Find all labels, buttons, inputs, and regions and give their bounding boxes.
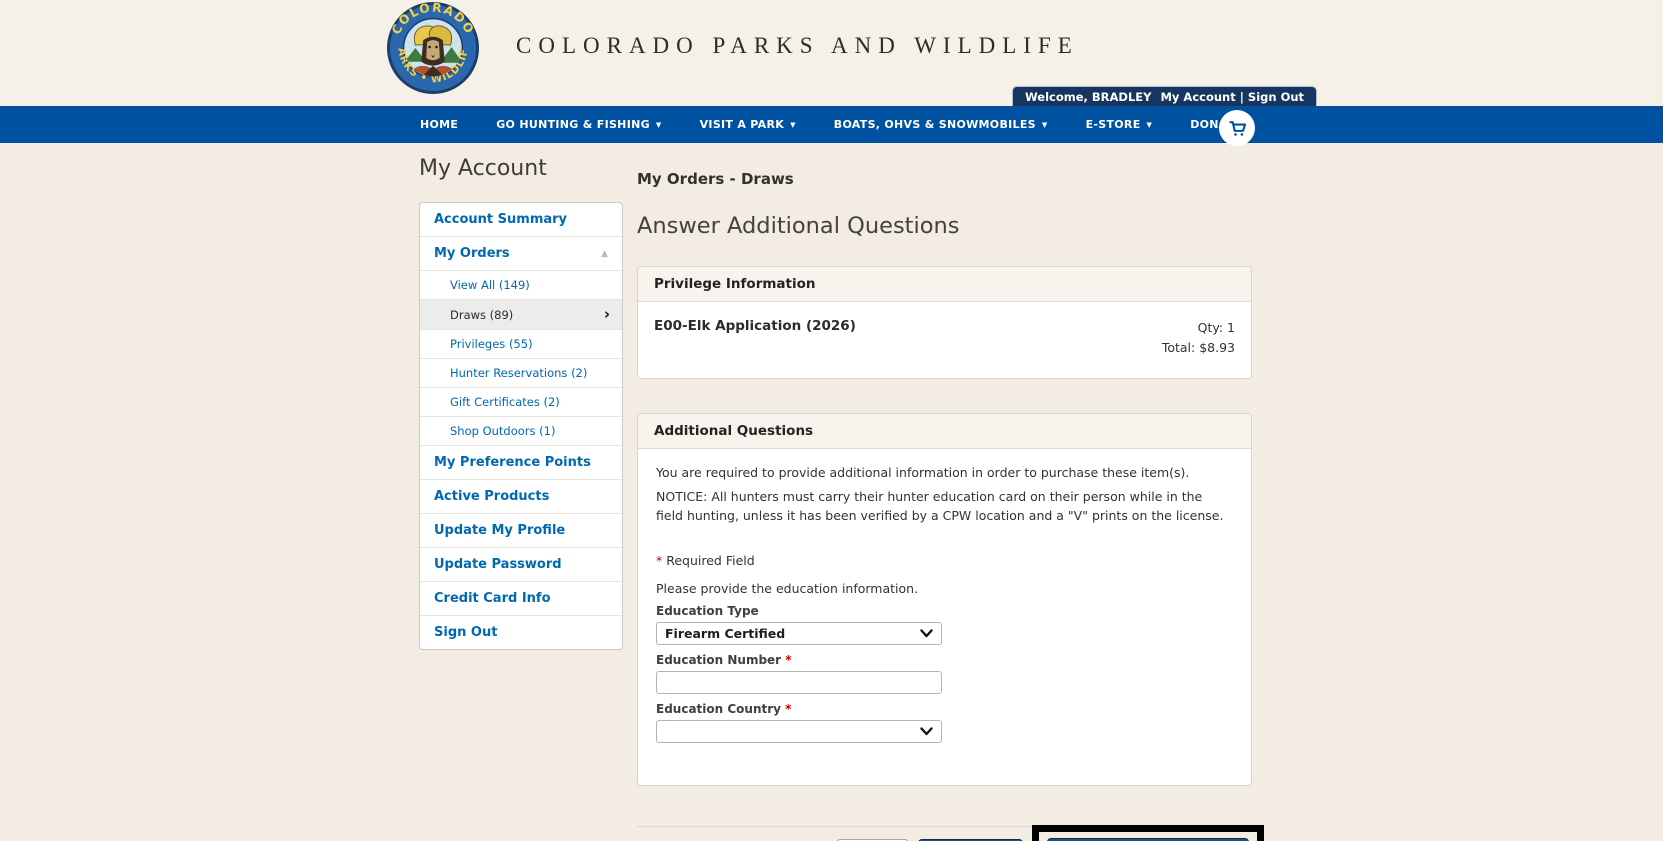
nav-home[interactable]: HOME <box>420 118 458 131</box>
required-asterisk: * <box>785 701 792 716</box>
chevron-right-icon: › <box>603 305 610 323</box>
nav-visit-a-park[interactable]: VISIT A PARK ▼ <box>700 118 796 131</box>
questions-notice-text: NOTICE: All hunters must carry their hun… <box>656 489 1224 524</box>
education-country-label: Education Country * <box>656 701 792 716</box>
sidebar-item-gift-certificates[interactable]: Gift Certificates (2) <box>420 387 622 416</box>
chevron-down-icon <box>920 629 933 637</box>
sidebar-item-account-summary[interactable]: Account Summary <box>420 203 622 236</box>
nav-e-store[interactable]: E-STORE ▼ <box>1086 118 1153 131</box>
privilege-qty: Qty: 1 <box>1197 320 1235 335</box>
breadcrumb: My Orders - Draws <box>637 170 794 188</box>
chevron-down-icon <box>920 727 933 735</box>
sidebar-item-sign-out[interactable]: Sign Out <box>420 615 622 649</box>
sidebar-item-update-profile[interactable]: Update My Profile <box>420 513 622 547</box>
privilege-item-name: E00-Elk Application (2026) <box>654 318 856 334</box>
sidebar-item-draws[interactable]: Draws (89) › <box>420 299 622 329</box>
sidebar-item-update-password[interactable]: Update Password <box>420 547 622 581</box>
required-asterisk: * <box>785 652 792 667</box>
shopping-cart-icon <box>1228 120 1246 136</box>
chevron-down-icon: ▼ <box>1146 121 1153 129</box>
education-prompt: Please provide the education information… <box>656 580 919 596</box>
main-navigation: HOME GO HUNTING & FISHING ▼ VISIT A PARK ▼… <box>0 106 1663 143</box>
welcome-bar: Welcome, BRADLEY My Account | Sign Out <box>1012 86 1318 107</box>
action-buttons-row: Cancel Add to Cart Add to Cart and Check… <box>637 824 1264 841</box>
sidebar-item-hunter-reservations[interactable]: Hunter Reservations (2) <box>420 358 622 387</box>
chevron-down-icon: ▼ <box>655 121 662 129</box>
nav-go-hunting-fishing[interactable]: GO HUNTING & FISHING ▼ <box>496 118 661 131</box>
sidebar-title: My Account <box>419 156 547 181</box>
education-number-input[interactable] <box>656 670 942 694</box>
education-type-label: Education Type <box>656 603 759 618</box>
collapse-triangle-icon: ▲ <box>601 248 608 259</box>
education-type-select[interactable]: Firearm Certified <box>656 621 942 645</box>
site-title: COLORADO PARKS AND WILDLIFE <box>516 33 1079 58</box>
questions-panel-header: Additional Questions <box>638 414 1251 449</box>
sidebar-item-shop-outdoors[interactable]: Shop Outdoors (1) <box>420 416 622 445</box>
privilege-total: Total: $8.93 <box>1161 340 1235 355</box>
sidebar-item-active-products[interactable]: Active Products <box>420 479 622 513</box>
education-country-select[interactable] <box>656 719 942 743</box>
chevron-down-icon: ▼ <box>1041 121 1048 129</box>
highlight-annotation-box: Add to Cart and Checkout <box>1032 824 1264 841</box>
questions-intro-text: You are required to provide additional i… <box>656 465 1190 480</box>
account-signout-links[interactable]: My Account | Sign Out <box>1160 90 1304 104</box>
site-header: COLORADO PARKS • WILDLIFE COLORADO PARKS… <box>0 0 1663 107</box>
education-number-label: Education Number * <box>656 652 792 667</box>
sidebar-item-preference-points[interactable]: My Preference Points <box>420 445 622 479</box>
sidebar-item-privileges[interactable]: Privileges (55) <box>420 329 622 358</box>
cpw-logo-icon: COLORADO PARKS • WILDLIFE <box>386 1 480 95</box>
nav-boats-ohvs-snowmobiles[interactable]: BOATS, OHVS & SNOWMOBILES ▼ <box>834 118 1048 131</box>
account-sidebar: Account Summary My Orders ▲ View All (149… <box>419 202 623 650</box>
welcome-greeting: Welcome, BRADLEY <box>1025 90 1152 104</box>
chevron-down-icon: ▼ <box>790 121 796 129</box>
cpw-account-page: COLORADO PARKS • WILDLIFE COLORADO PARKS… <box>0 0 1663 841</box>
page-title: Answer Additional Questions <box>637 213 960 239</box>
privilege-information-panel: Privilege Information E00-Elk Applicatio… <box>637 266 1252 379</box>
required-field-note: * Required Field <box>656 552 755 568</box>
sidebar-item-view-all[interactable]: View All (149) <box>420 270 622 299</box>
additional-questions-panel: Additional Questions You are required to… <box>637 413 1252 786</box>
sidebar-item-my-orders[interactable]: My Orders ▲ <box>420 236 622 270</box>
privilege-panel-header: Privilege Information <box>638 267 1251 302</box>
main-content: My Orders - Draws Answer Additional Ques… <box>637 158 1264 841</box>
cart-button[interactable] <box>1219 110 1255 146</box>
sidebar-item-credit-card-info[interactable]: Credit Card Info <box>420 581 622 615</box>
